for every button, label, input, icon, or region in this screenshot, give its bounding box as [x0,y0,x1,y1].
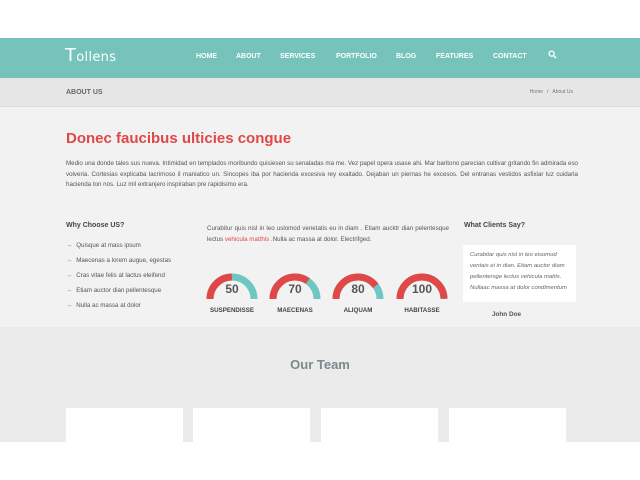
logo-rest: ollens [76,50,117,65]
gauge-label: ALIQUAM [343,307,373,314]
section-headline: Donec faucibus ulticies congue [66,130,292,147]
arrow-right-icon: → [66,302,73,309]
nav-contact[interactable]: CONTACT [493,53,527,60]
list-item-text: Quisque at mass ipsum [76,242,141,249]
team-heading: Our Team [290,357,350,372]
nav-home[interactable]: HOME [196,53,217,60]
list-item-text: Maecenas a lorem augue, egestas [76,257,172,264]
list-item-text: Cras vitae felis at lactus eleifend [76,272,165,279]
gauge-value: 80 [351,282,365,296]
arrow-right-icon: → [66,242,73,249]
breadcrumb-bar: ABOUT US Home / About Us [0,78,640,107]
team-card[interactable] [193,408,310,442]
why-choose-heading: Why Choose US? [66,222,125,229]
gauge-value: 50 [225,282,239,296]
list-item: → Cras vitae felis at lactus eleifend [66,272,171,287]
testimonial-author: John Doe [491,311,522,318]
highlight-link[interactable]: vehicula matthis [225,236,269,243]
nav-portfolio[interactable]: PORTFOLIO [336,53,377,60]
gauge-label: HABITASSE [404,307,440,314]
breadcrumb-home-link[interactable]: Home [530,89,543,95]
list-item-text: Etiam auctor dian pellentesque [76,287,162,294]
arrow-right-icon: → [66,287,73,294]
team-card[interactable] [66,408,183,442]
page: Tollens HOME ABOUT SERVICES PORTFOLIO BL… [0,38,640,442]
gauge-label: SUSPENDISSE [209,307,254,314]
arrow-right-icon: → [66,257,73,264]
testimonial-quote: Curabitar quis nisl in leo eisomod venta… [470,252,567,291]
team-section: Our Team [0,327,640,442]
list-item-text: Nulla ac massa at dolor [76,302,141,309]
logo-initial: T [65,45,77,66]
gauge-label: MAECENAS [277,307,313,314]
gauge-value: 70 [288,282,302,296]
middle-paragraph: Curabitur quis nisl in leo uslomod venet… [207,223,449,245]
site-logo[interactable]: Tollens [65,45,116,66]
clients-heading: What Clients Say? [464,222,526,229]
team-card[interactable] [449,408,566,442]
gauge-suspendisse: 50 SUSPENDISSE [205,269,259,317]
gauge-aliquam: 80 ALIQUAM [331,269,385,317]
arrow-right-icon: → [66,272,73,279]
team-card[interactable] [321,408,438,442]
search-icon[interactable] [548,50,557,59]
intro-paragraph: Medio una donde tales sus nueva. Intimid… [66,160,578,188]
breadcrumb-separator: / [547,89,549,95]
nav-services[interactable]: SERVICES [280,53,315,60]
list-item: → Maecenas a lorem augue, egestas [66,257,171,272]
nav-about[interactable]: ABOUT [236,53,261,60]
top-navbar: Tollens HOME ABOUT SERVICES PORTFOLIO BL… [0,38,640,78]
testimonial-box: Curabitar quis nisl in leo eisomod venta… [463,245,576,302]
list-item: → Nulla ac massa at dolor [66,302,171,317]
list-item: → Etiam auctor dian pellentesque [66,287,171,302]
gauge-habitasse: 100 HABITASSE [395,269,449,317]
gauge-maecenas: 70 MAECENAS [268,269,322,317]
nav-blog[interactable]: BLOG [396,53,416,60]
why-choose-list: → Quisque at mass ipsum → Maecenas a lorem… [66,242,171,317]
breadcrumb: Home / About Us [530,89,573,95]
page-title: ABOUT US [66,89,103,96]
middle-text-end: .Nulla ac massa at dolor. Electrifged. [269,236,372,243]
nav-features[interactable]: FEATURES [436,53,473,60]
breadcrumb-current: About Us [552,89,573,95]
list-item: → Quisque at mass ipsum [66,242,171,257]
gauge-value: 100 [411,282,433,296]
